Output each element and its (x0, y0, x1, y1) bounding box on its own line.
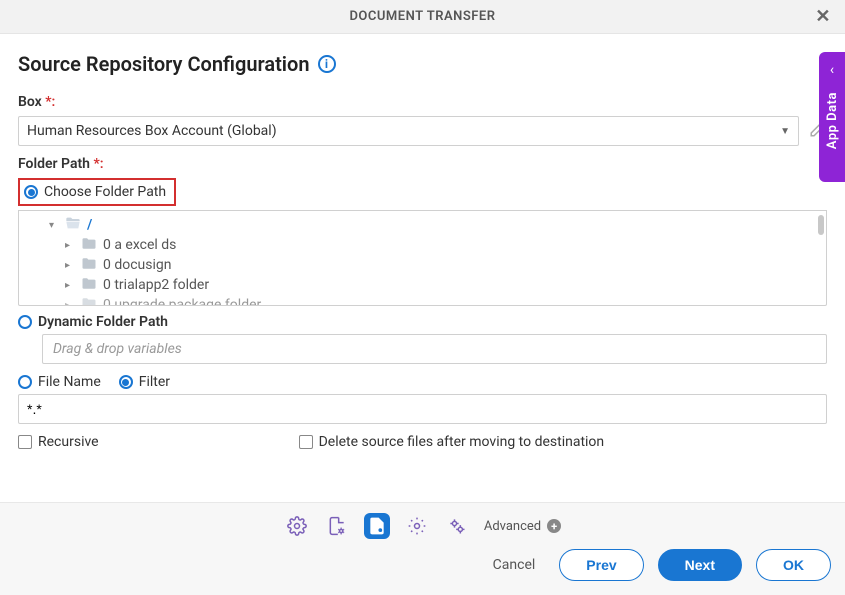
caret-right-icon[interactable]: ▸ (65, 240, 75, 251)
gear-small-icon[interactable] (404, 513, 430, 539)
tree-item[interactable]: ▸ 0 a excel ds (65, 235, 826, 255)
filter-input[interactable] (18, 394, 827, 424)
tree-item-label: 0 trialapp2 folder (103, 277, 209, 293)
caret-right-icon[interactable]: ▸ (65, 300, 75, 307)
advanced-toggle[interactable]: Advanced + (484, 519, 561, 534)
folder-icon (81, 257, 97, 274)
caret-right-icon[interactable]: ▸ (65, 260, 75, 271)
tree-item-label: 0 a excel ds (103, 237, 176, 253)
cancel-button[interactable]: Cancel (483, 551, 546, 579)
dynamic-folder-input[interactable]: Drag & drop variables (42, 334, 827, 364)
folder-open-icon (65, 216, 81, 234)
dynamic-folder-label: Dynamic Folder Path (38, 314, 168, 330)
tree-item-label: 0 upgrade package folder (103, 297, 261, 306)
folder-icon (81, 277, 97, 294)
plus-icon: + (547, 519, 561, 533)
chevron-left-icon: ‹ (830, 62, 834, 78)
checkbox-delete-source[interactable] (299, 435, 313, 449)
folder-icon (81, 237, 97, 254)
radio-choose-folder[interactable] (24, 185, 38, 199)
delete-source-label: Delete source files after moving to dest… (319, 434, 605, 450)
caret-right-icon[interactable]: ▸ (65, 280, 75, 291)
choose-folder-highlight: Choose Folder Path (18, 178, 176, 206)
folder-tree[interactable]: ▾ / ▸ 0 a excel ds ▸ 0 docusign (18, 210, 827, 306)
box-select[interactable]: Human Resources Box Account (Global) ▼ (18, 116, 799, 146)
choose-folder-label: Choose Folder Path (44, 184, 166, 200)
box-select-value: Human Resources Box Account (Global) (27, 123, 277, 139)
dynamic-folder-placeholder: Drag & drop variables (53, 341, 182, 357)
recursive-label: Recursive (38, 434, 99, 450)
chevron-down-icon: ▼ (780, 126, 790, 137)
ok-button[interactable]: OK (756, 549, 831, 581)
box-label: Box *: (18, 94, 827, 110)
gears-icon[interactable] (444, 513, 470, 539)
scrollbar[interactable] (818, 215, 824, 235)
tree-item[interactable]: ▸ 0 trialapp2 folder (65, 275, 826, 295)
info-icon[interactable]: i (318, 55, 336, 73)
dialog-title: DOCUMENT TRANSFER (349, 9, 495, 24)
caret-down-icon[interactable]: ▾ (49, 220, 59, 231)
document-config-icon[interactable] (364, 513, 390, 539)
close-icon[interactable]: ✕ (811, 4, 835, 30)
side-tab-label: App Data (825, 92, 840, 149)
filter-label: Filter (139, 374, 170, 390)
document-gear-icon[interactable] (324, 513, 350, 539)
radio-file-name[interactable] (18, 375, 32, 389)
folder-path-label: Folder Path *: (18, 156, 827, 172)
radio-filter[interactable] (119, 375, 133, 389)
page-title: Source Repository Configuration (18, 52, 310, 76)
tree-root-label[interactable]: / (87, 217, 92, 233)
titlebar: DOCUMENT TRANSFER ✕ (0, 0, 845, 34)
gear-icon[interactable] (284, 513, 310, 539)
tree-item[interactable]: ▸ 0 docusign (65, 255, 826, 275)
tree-item-label: 0 docusign (103, 257, 172, 273)
checkbox-recursive[interactable] (18, 435, 32, 449)
prev-button[interactable]: Prev (559, 549, 643, 581)
file-name-label: File Name (38, 374, 101, 390)
radio-dynamic-folder[interactable] (18, 315, 32, 329)
next-button[interactable]: Next (658, 549, 742, 581)
tree-item[interactable]: ▸ 0 upgrade package folder (65, 295, 826, 306)
footer: Advanced + Cancel Prev Next OK (0, 502, 845, 595)
side-tab-app-data[interactable]: ‹ App Data (819, 52, 845, 182)
folder-icon (81, 297, 97, 307)
advanced-label: Advanced (484, 519, 541, 534)
